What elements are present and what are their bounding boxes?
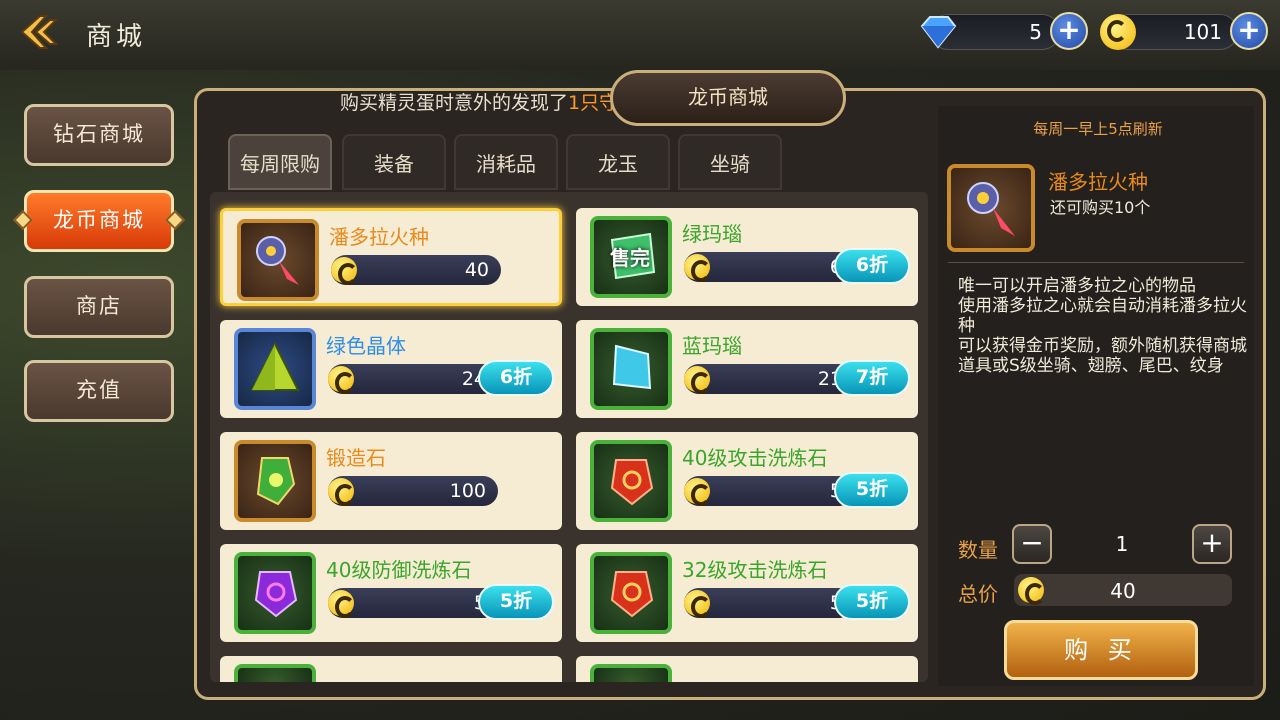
- sidebar-item-recharge[interactable]: 充值: [24, 360, 174, 422]
- add-diamonds-button[interactable]: +: [1050, 12, 1088, 50]
- coin-icon: [1100, 14, 1136, 50]
- total-label: 总价: [958, 582, 998, 606]
- item-name: 潘多拉火种: [329, 225, 429, 249]
- discount-badge: 7折: [834, 360, 910, 396]
- item-icon: [590, 664, 672, 682]
- green-agate-icon: 售完: [590, 216, 672, 298]
- coin-icon: [328, 590, 355, 618]
- discount-badge: 5折: [478, 584, 554, 620]
- increase-quantity-button[interactable]: +: [1192, 524, 1232, 564]
- total-price: 40: [1110, 579, 1136, 603]
- discount-badge: 6折: [834, 248, 910, 284]
- coin-icon: [684, 366, 711, 394]
- coin-icon: [684, 590, 711, 618]
- coin-count: 101: [1183, 20, 1222, 44]
- pandora-tinder-icon: [947, 164, 1035, 252]
- sidebar-item-store[interactable]: 商店: [24, 276, 174, 338]
- coin-icon: [328, 478, 355, 506]
- add-coins-button[interactable]: +: [1230, 12, 1268, 50]
- top-bar: [0, 0, 1280, 70]
- pandora-tinder-icon: [237, 219, 319, 301]
- page-title: 商城: [86, 22, 147, 52]
- sidebar-item-dragon-coin-shop[interactable]: 龙币商城: [24, 190, 174, 252]
- item-card-pandora-tinder[interactable]: 潘多拉火种 40: [220, 208, 562, 306]
- item-card-lv40-attack-stone[interactable]: 40级攻击洗炼石 5 5折: [576, 432, 918, 530]
- coin-icon: [684, 254, 711, 282]
- purchase-limit: 还可购买10个: [1050, 198, 1151, 217]
- description-line: 使用潘多拉之心就会自动消耗潘多拉火种: [958, 296, 1247, 336]
- item-description: 唯一可以开启潘多拉之心的物品 使用潘多拉之心就会自动消耗潘多拉火种 可以获得金币…: [958, 276, 1248, 376]
- description-line: 唯一可以开启潘多拉之心的物品: [958, 276, 1196, 296]
- price-bar: 100: [328, 476, 498, 506]
- price-bar: 21: [684, 364, 854, 394]
- item-card-forging-stone[interactable]: 锻造石 100: [220, 432, 562, 530]
- price-bar: 40: [331, 255, 501, 285]
- item-card-lv40-defense-stone[interactable]: 40级防御洗炼石 5 5折: [220, 544, 562, 642]
- discount-badge: 5折: [834, 472, 910, 508]
- discount-badge: 6折: [478, 360, 554, 396]
- item-card-green-crystal[interactable]: 绿色晶体 24 6折: [220, 320, 562, 418]
- item-name: 绿玛瑙: [682, 222, 742, 246]
- divider: [948, 262, 1244, 263]
- tab-mounts[interactable]: 坐骑: [678, 134, 782, 190]
- decrease-quantity-button[interactable]: −: [1012, 524, 1052, 564]
- blue-agate-icon: [590, 328, 672, 410]
- item-name: 40级防御洗炼石: [326, 558, 472, 582]
- diamond-count: 5: [1029, 20, 1042, 44]
- green-crystal-icon: [234, 328, 316, 410]
- forging-stone-icon: [234, 440, 316, 522]
- item-icon: [234, 664, 316, 682]
- item-price: 40: [464, 259, 489, 281]
- quantity-value[interactable]: 1: [1054, 532, 1190, 556]
- attack-stone-icon: [590, 440, 672, 522]
- item-card-blue-agate[interactable]: 蓝玛瑙 21 7折: [576, 320, 918, 418]
- price-bar: 5: [684, 588, 854, 618]
- back-arrow-icon[interactable]: [18, 12, 62, 52]
- item-card-lv32-attack-stone[interactable]: 32级攻击洗炼石 5 5折: [576, 544, 918, 642]
- discount-badge: 5折: [834, 584, 910, 620]
- refresh-note: 每周一早上5点刷新: [1033, 120, 1163, 138]
- price-bar: 24: [328, 364, 498, 394]
- coin-icon: [684, 478, 711, 506]
- detail-item-name: 潘多拉火种: [1048, 170, 1148, 194]
- item-name: 40级攻击洗炼石: [682, 446, 828, 470]
- item-name: 蓝玛瑙: [682, 334, 742, 358]
- item-list[interactable]: 潘多拉火种 40 售完 绿玛瑙 6 6折 绿色晶体 24 6折 蓝玛瑙 21 7…: [210, 192, 928, 682]
- tab-equipment[interactable]: 装备: [342, 134, 446, 190]
- price-bar: 6: [684, 252, 854, 282]
- panel-title: 龙币商城: [610, 70, 846, 126]
- notice-prefix: 购买精灵蛋时意外的发现了: [340, 92, 569, 114]
- coin-icon: [331, 257, 358, 285]
- defense-stone-icon: [234, 552, 316, 634]
- attack-stone-icon: [590, 552, 672, 634]
- sidebar-item-diamond-shop[interactable]: 钻石商城: [24, 104, 174, 166]
- item-name: 绿色晶体: [326, 334, 406, 358]
- sold-out-label: 售完: [610, 246, 650, 270]
- price-bar: 5: [328, 588, 498, 618]
- coin-icon: [328, 366, 355, 394]
- price-bar: 5: [684, 476, 854, 506]
- description-line: 可以获得金币奖励，额外随机获得商城道具或S级坐骑、翅膀、尾巴、纹身: [958, 336, 1247, 376]
- tab-dragon-jade[interactable]: 龙玉: [566, 134, 670, 190]
- total-price-bar: 40: [1014, 574, 1232, 606]
- quantity-label: 数量: [958, 538, 998, 562]
- buy-button[interactable]: 购 买: [1004, 620, 1198, 680]
- item-card-partial[interactable]: [220, 656, 562, 682]
- diamond-icon: [918, 14, 958, 50]
- item-card-green-agate[interactable]: 售完 绿玛瑙 6 6折: [576, 208, 918, 306]
- tab-consumables[interactable]: 消耗品: [454, 134, 558, 190]
- item-name: 32级攻击洗炼石: [682, 558, 828, 582]
- item-name: 锻造石: [326, 446, 386, 470]
- tab-weekly-limited[interactable]: 每周限购: [228, 134, 332, 190]
- item-price: 100: [449, 480, 486, 502]
- item-card-partial[interactable]: [576, 656, 918, 682]
